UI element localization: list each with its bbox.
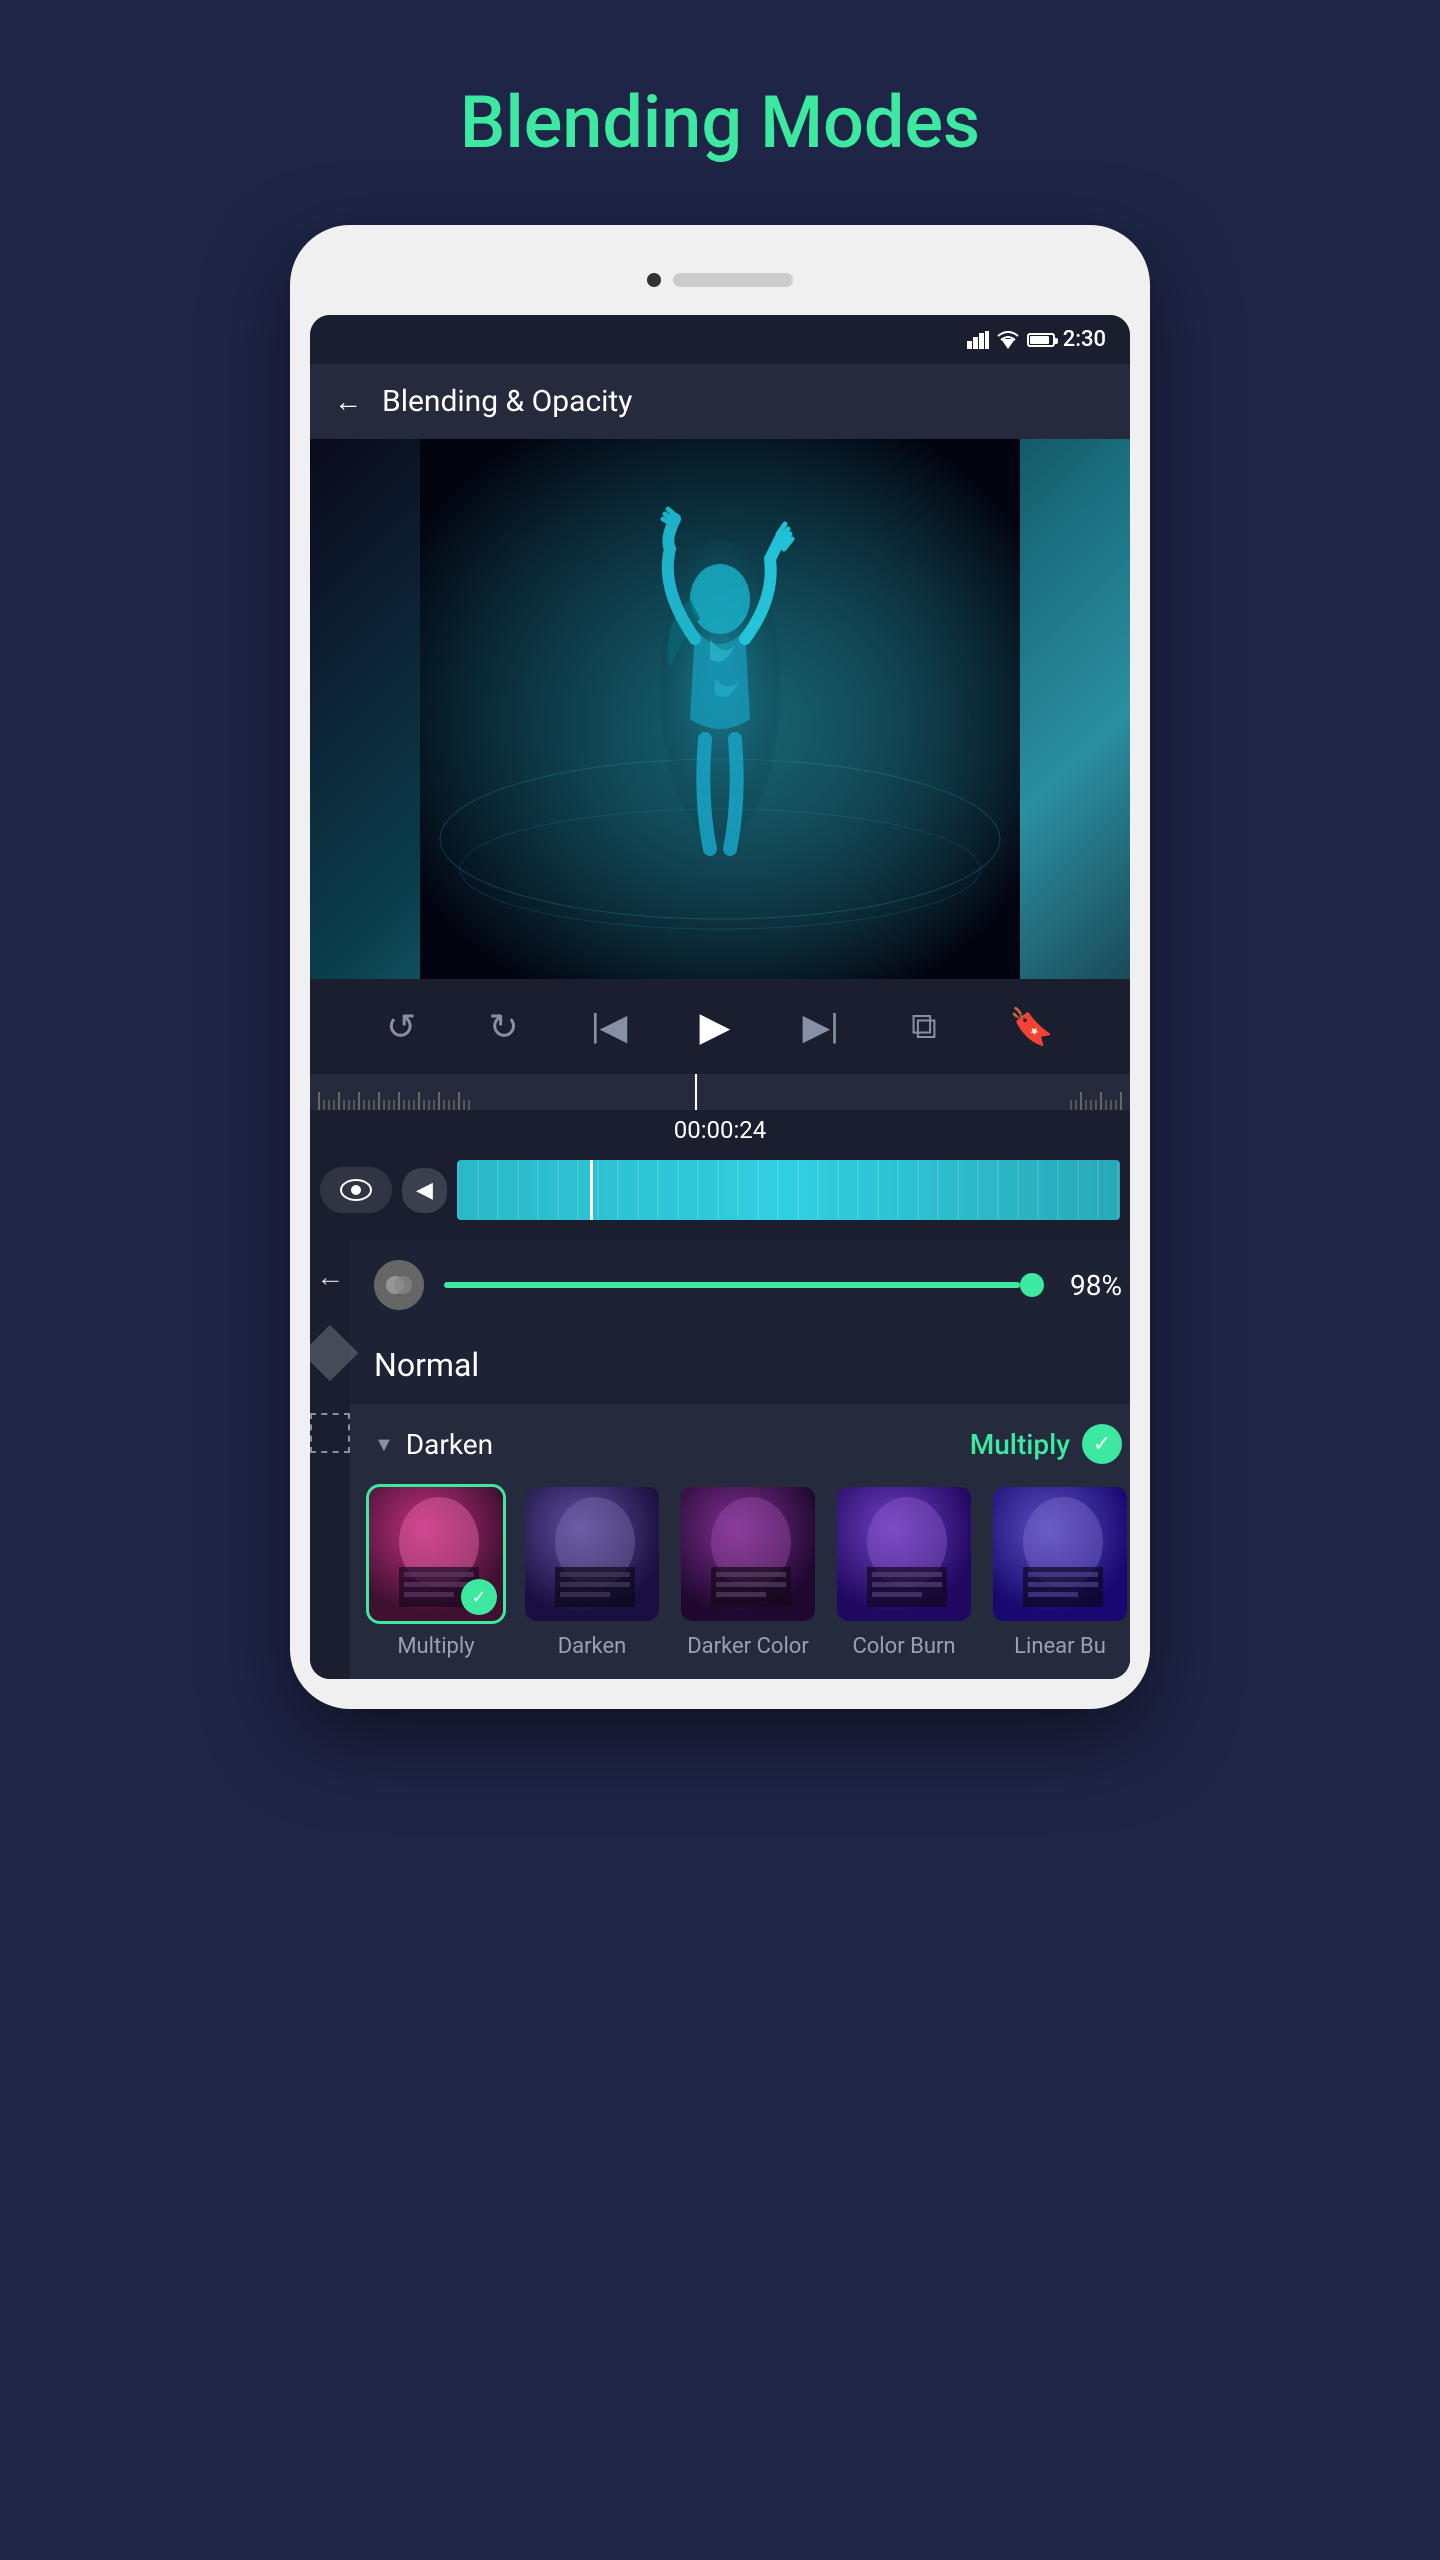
blend-modes-row: ✓ Multiply — [366, 1484, 1130, 1659]
bookmark-button[interactable]: 🔖 — [1009, 1006, 1054, 1048]
section-title: ▼ Darken — [374, 1428, 493, 1461]
blend-name-multiply: Multiply — [397, 1634, 474, 1659]
wifi-icon — [997, 331, 1019, 349]
track-playhead — [590, 1160, 593, 1220]
video-preview-content — [310, 439, 1130, 979]
status-icons: 2:30 — [967, 327, 1106, 352]
blend-section: ▼ Darken Multiply ✓ — [350, 1404, 1130, 1679]
battery-fill — [1030, 336, 1049, 344]
status-time: 2:30 — [1063, 327, 1106, 352]
phone-top-bar — [310, 255, 1130, 305]
app-bar-back-button[interactable]: ← — [334, 385, 362, 418]
eye-button[interactable] — [320, 1167, 392, 1213]
active-mode-label: Multiply — [970, 1428, 1070, 1461]
blend-mode-darken[interactable]: Darken — [522, 1484, 662, 1659]
skip-back-button[interactable]: |◀ — [591, 1006, 627, 1048]
track-pattern — [457, 1160, 1120, 1220]
opacity-slider[interactable] — [444, 1282, 1032, 1288]
phone-shell: 2:30 ← Blending & Opacity — [290, 225, 1150, 1709]
mask-tool-button[interactable] — [310, 1413, 350, 1453]
skip-forward-button[interactable]: ▶| — [802, 1006, 838, 1048]
speaker-bar — [673, 273, 793, 287]
section-group-title: Darken — [406, 1428, 493, 1461]
blend-mode-color-burn[interactable]: Color Burn — [834, 1484, 974, 1659]
camera-dot — [647, 273, 661, 287]
app-bar-title: Blending & Opacity — [382, 384, 632, 419]
blend-mode-multiply[interactable]: ✓ Multiply — [366, 1484, 506, 1659]
blend-name-darken: Darken — [558, 1634, 627, 1659]
blend-mode-darker-color[interactable]: Darker Color — [678, 1484, 818, 1659]
battery-icon — [1027, 333, 1055, 347]
timeline-area: 00:00:24 ◀ — [310, 1074, 1130, 1240]
main-panel: 98% Normal ▼ Darken Multiply — [350, 1240, 1130, 1679]
blend-mode-linear-burn[interactable]: Linear Bu — [990, 1484, 1130, 1659]
section-collapse-icon[interactable]: ▼ — [374, 1432, 394, 1457]
opacity-slider-thumb — [1020, 1273, 1044, 1297]
undo-button[interactable]: ↺ — [386, 1006, 416, 1048]
opacity-value: 98% — [1052, 1269, 1122, 1302]
track-collapse-button[interactable]: ◀ — [402, 1168, 447, 1213]
blend-thumb-multiply: ✓ — [366, 1484, 506, 1624]
active-mode-check: ✓ — [1082, 1424, 1122, 1464]
blend-thumb-linear-burn — [990, 1484, 1130, 1624]
side-toolbar: ← — [310, 1240, 350, 1679]
back-tool-button[interactable]: ← — [316, 1260, 344, 1293]
video-preview — [310, 439, 1130, 979]
app-bar: ← Blending & Opacity — [310, 364, 1130, 439]
playhead-line — [695, 1074, 697, 1110]
blend-thumb-color-burn — [834, 1484, 974, 1624]
active-mode-area: Multiply ✓ — [970, 1424, 1122, 1464]
redo-button[interactable]: ↻ — [488, 1006, 518, 1048]
blend-name-darker-color: Darker Color — [687, 1634, 809, 1659]
opacity-slider-fill — [444, 1282, 1020, 1288]
blend-thumb-darker-color — [678, 1484, 818, 1624]
opacity-row: 98% — [350, 1240, 1130, 1330]
blend-mode-label-row: Normal — [350, 1330, 1130, 1404]
blend-mode-label: Normal — [374, 1346, 479, 1384]
video-track[interactable] — [457, 1160, 1120, 1220]
track-area: ◀ — [310, 1150, 1130, 1230]
blend-name-linear-burn: Linear Bu — [1014, 1634, 1106, 1659]
play-button[interactable]: ▶ — [699, 1003, 730, 1050]
blend-thumb-darken — [522, 1484, 662, 1624]
bottom-panel: ← 98% — [310, 1240, 1130, 1679]
phone-screen: 2:30 ← Blending & Opacity — [310, 315, 1130, 1679]
page-title: Blending Modes — [460, 80, 980, 165]
blend-name-color-burn: Color Burn — [852, 1634, 955, 1659]
signal-icon — [967, 331, 989, 349]
timeline-ruler[interactable] — [310, 1074, 1130, 1110]
blend-mode-icon — [374, 1260, 424, 1310]
blend-section-header: ▼ Darken Multiply ✓ — [366, 1424, 1130, 1464]
multiply-check: ✓ — [461, 1579, 497, 1615]
duplicate-button[interactable]: ⧉ — [911, 1005, 937, 1048]
video-figure — [310, 439, 1130, 979]
time-display: 00:00:24 — [310, 1110, 1130, 1150]
status-bar: 2:30 — [310, 315, 1130, 364]
playback-controls: ↺ ↻ |◀ ▶ ▶| ⧉ 🔖 — [310, 979, 1130, 1074]
